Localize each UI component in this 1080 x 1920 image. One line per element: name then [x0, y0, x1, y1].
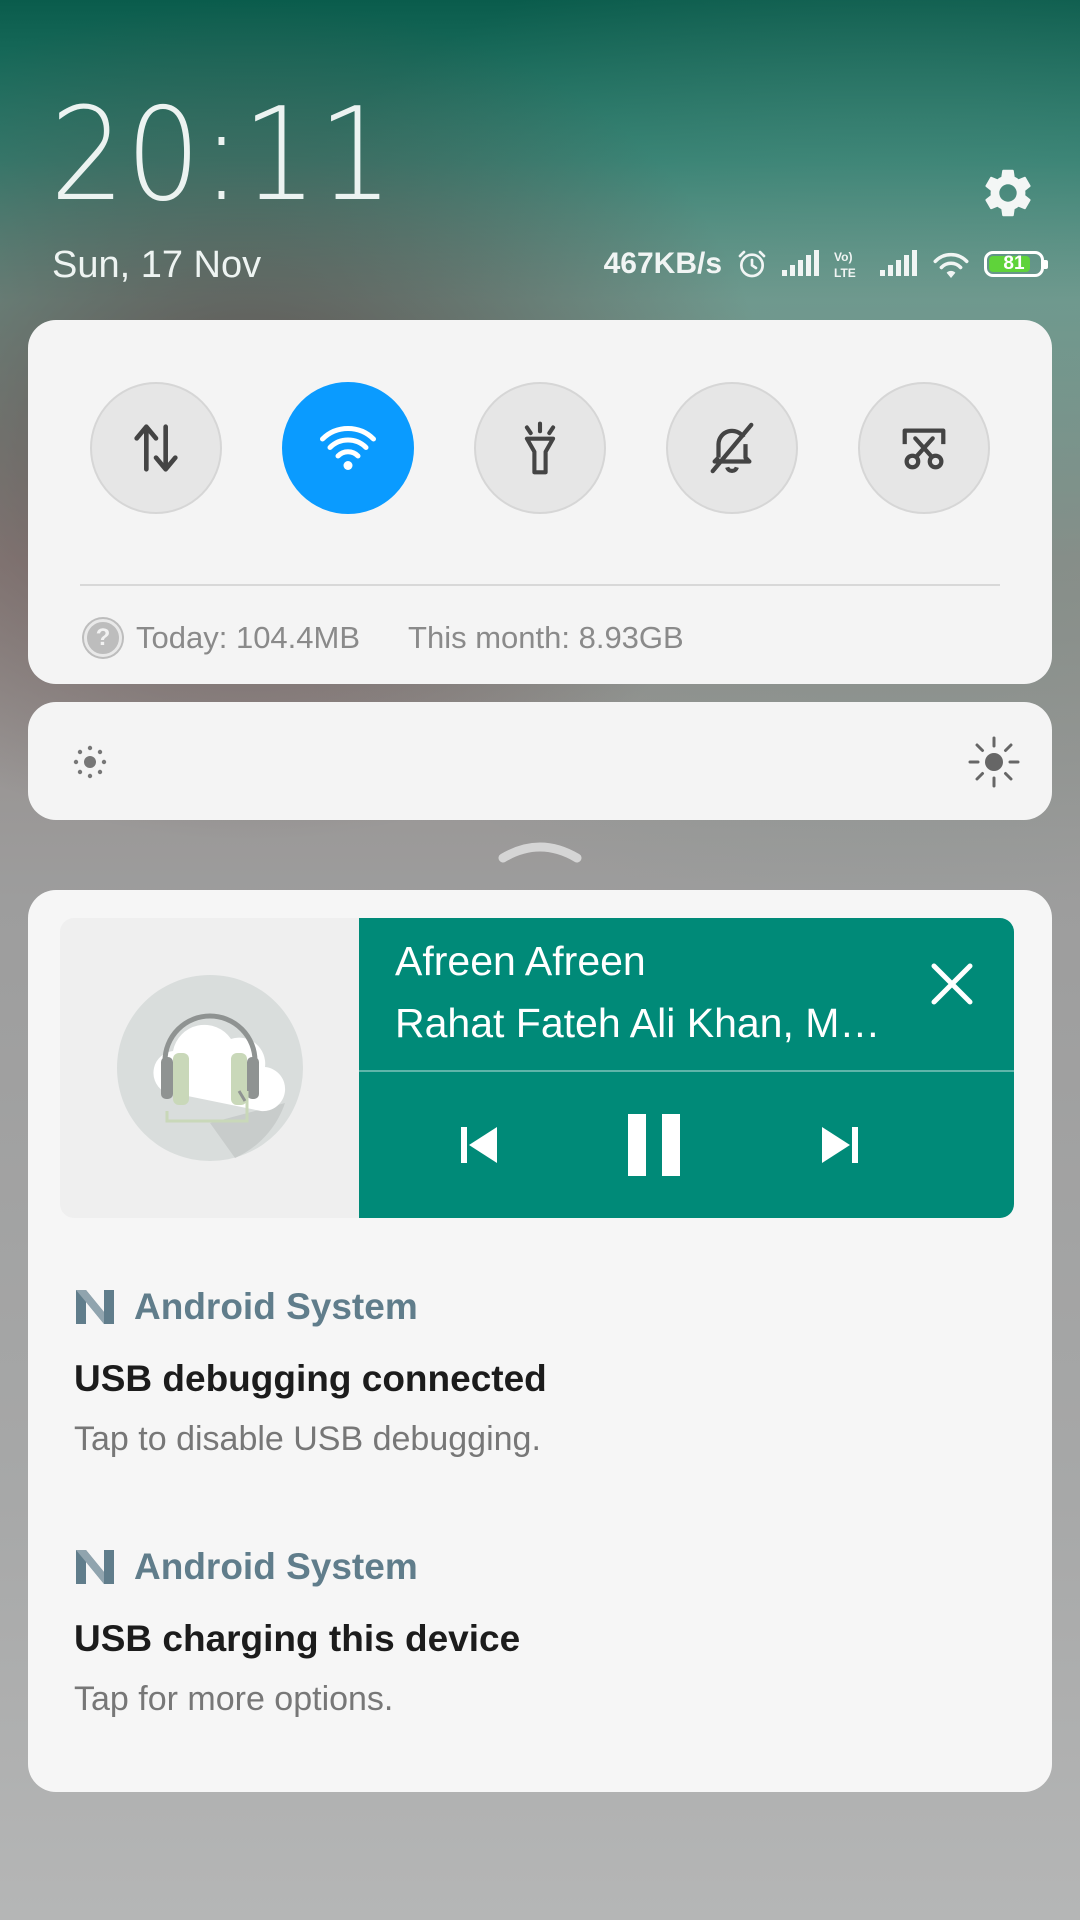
skip-next-icon — [822, 1127, 858, 1163]
track-title: Afreen Afreen — [395, 938, 646, 984]
brightness-slider[interactable] — [28, 702, 1052, 820]
toggle-silent[interactable] — [666, 382, 798, 514]
network-speed: 467KB/s — [603, 247, 722, 280]
quick-settings-panel: ? Today: 104.4MB This month: 8.93GB — [28, 320, 1052, 684]
notification-usb-debugging[interactable]: Android System USB debugging connected T… — [74, 1282, 994, 1459]
signal-icon — [878, 250, 918, 278]
toggle-mobile-data[interactable] — [90, 382, 222, 514]
notification-title: USB debugging connected — [74, 1358, 547, 1399]
album-art — [60, 918, 359, 1218]
clock-time[interactable]: 20:11 — [50, 92, 394, 220]
toggle-screenshot[interactable] — [858, 382, 990, 514]
pause-button[interactable] — [609, 1072, 699, 1218]
help-icon: ? — [84, 619, 122, 657]
bell-off-icon — [710, 422, 754, 474]
battery-level: 81 — [1003, 253, 1025, 274]
notification-title: USB charging this device — [74, 1618, 521, 1659]
notification-body: Tap to disable USB debugging. — [74, 1420, 541, 1458]
wifi-icon — [930, 248, 972, 280]
settings-button[interactable] — [975, 160, 1041, 226]
android-system-icon — [76, 1550, 114, 1584]
close-button[interactable] — [926, 958, 978, 1010]
skip-previous-icon — [461, 1127, 497, 1163]
svg-text:LTE: LTE — [834, 266, 856, 280]
date-label[interactable]: Sun, 17 Nov — [52, 244, 261, 287]
music-cloud-icon — [116, 975, 303, 1161]
notification-list: Afreen Afreen Rahat Fateh Ali Khan, M… A… — [28, 890, 1052, 1792]
app-name: Android System — [134, 1546, 418, 1587]
data-usage-row[interactable]: ? Today: 104.4MB This month: 8.93GB — [84, 614, 684, 662]
usage-month: This month: 8.93GB — [408, 620, 684, 655]
wifi-icon — [320, 426, 376, 470]
next-button[interactable] — [795, 1072, 885, 1218]
collapse-handle[interactable] — [497, 840, 583, 864]
playback-controls — [359, 1072, 1014, 1218]
close-icon — [931, 963, 973, 1005]
track-artist: Rahat Fateh Ali Khan, M… — [395, 1000, 881, 1046]
data-transfer-icon — [134, 424, 178, 472]
previous-button[interactable] — [434, 1072, 524, 1218]
app-name: Android System — [134, 1286, 418, 1327]
flashlight-icon — [524, 421, 556, 475]
status-bar: 467KB/s Vo) LTE 81 — [603, 244, 1048, 284]
toggle-wifi[interactable] — [282, 382, 414, 514]
signal-icon — [780, 250, 820, 278]
toggle-flashlight[interactable] — [474, 382, 606, 514]
pause-icon — [628, 1114, 680, 1176]
media-controls-panel: Afreen Afreen Rahat Fateh Ali Khan, M… — [359, 918, 1014, 1218]
svg-text:Vo): Vo) — [834, 250, 852, 264]
alarm-icon — [736, 248, 768, 280]
media-notification[interactable]: Afreen Afreen Rahat Fateh Ali Khan, M… — [60, 918, 1014, 1218]
divider — [80, 584, 1000, 586]
android-system-icon — [76, 1290, 114, 1324]
notification-usb-charging[interactable]: Android System USB charging this device … — [74, 1542, 994, 1719]
notification-body: Tap for more options. — [74, 1680, 394, 1718]
usage-today: Today: 104.4MB — [136, 620, 361, 655]
brightness-low-icon — [68, 740, 112, 789]
volte-icon: Vo) LTE — [832, 248, 866, 280]
brightness-high-icon — [966, 734, 1022, 795]
battery-icon: 81 — [984, 251, 1048, 277]
gear-icon — [985, 169, 1031, 217]
screenshot-icon — [902, 428, 946, 470]
